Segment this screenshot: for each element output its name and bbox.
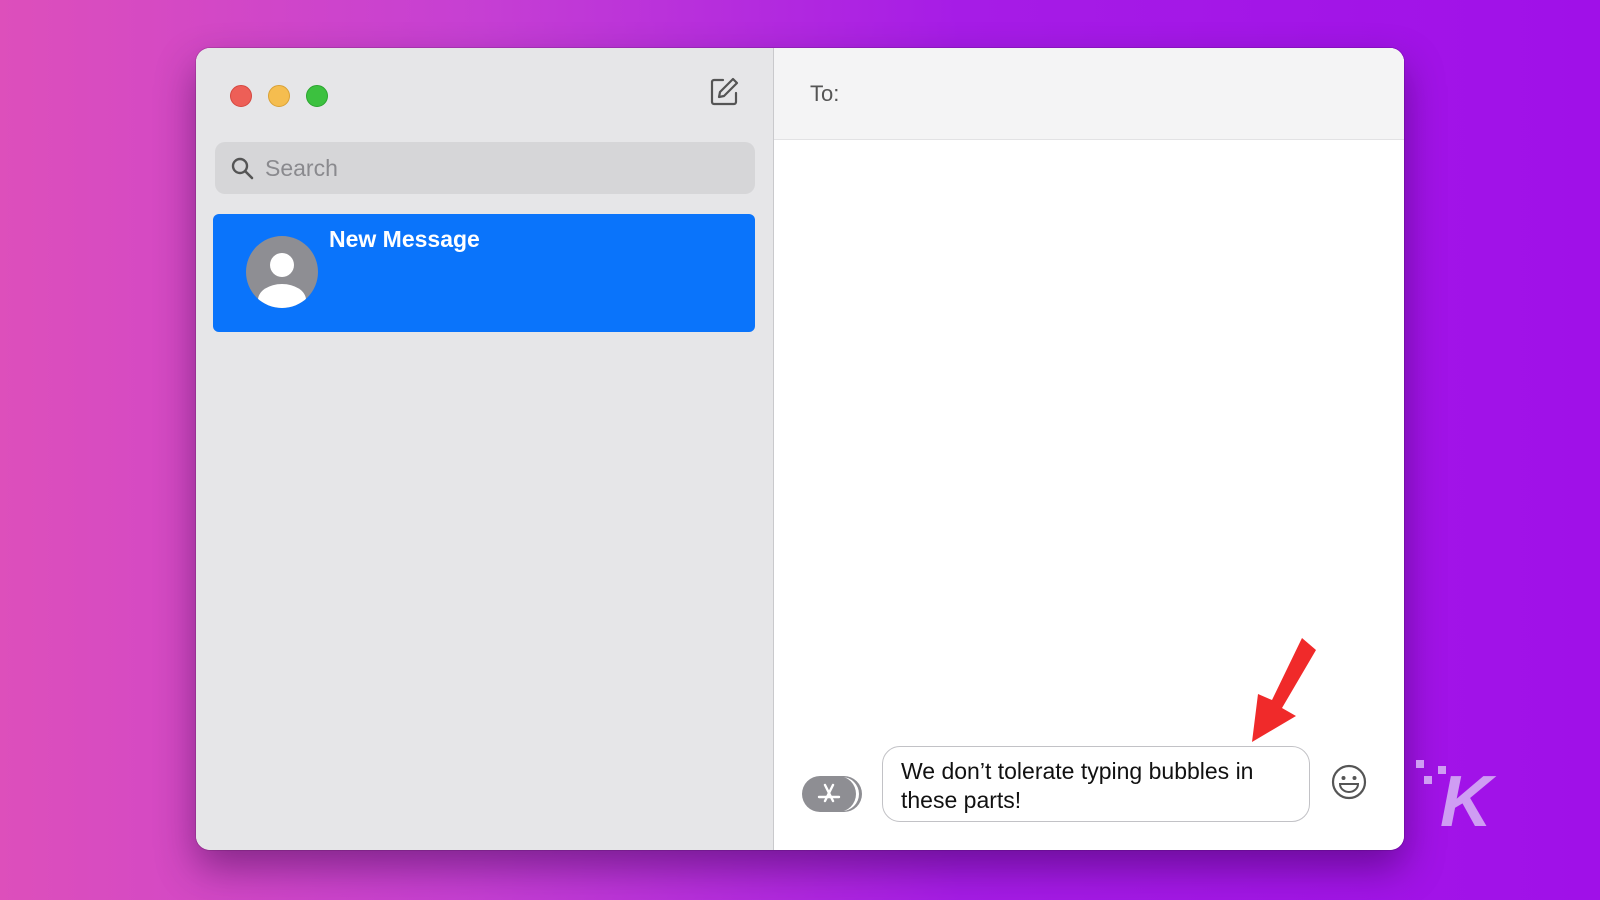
avatar (246, 236, 318, 308)
minimize-button[interactable] (268, 85, 290, 107)
sidebar: New Message (196, 48, 774, 850)
watermark-logo: K (1416, 760, 1497, 842)
close-button[interactable] (230, 85, 252, 107)
search-bar (215, 142, 755, 194)
conversation-title: New Message (329, 226, 480, 252)
zoom-button[interactable] (306, 85, 328, 107)
recipient-input[interactable] (847, 80, 1348, 107)
search-input[interactable] (265, 154, 725, 182)
emoji-icon (1331, 764, 1367, 800)
apps-button[interactable] (802, 776, 856, 812)
traffic-lights (230, 85, 328, 107)
to-bar: To: (774, 48, 1404, 140)
to-label: To: (810, 80, 840, 106)
compose-icon (710, 77, 739, 106)
message-input[interactable]: We don’t tolerate typing bubbles in thes… (882, 746, 1310, 822)
messages-window: New Message To: We don’t tolerate typing… (196, 48, 1404, 850)
red-arrow-annotation (1252, 638, 1316, 742)
compose-button[interactable] (708, 76, 740, 108)
search-icon (229, 155, 255, 181)
watermark-letter: K (1440, 762, 1497, 842)
conversation-item-new-message[interactable]: New Message (213, 214, 755, 332)
emoji-button[interactable] (1331, 764, 1367, 800)
app-store-icon (817, 783, 841, 803)
